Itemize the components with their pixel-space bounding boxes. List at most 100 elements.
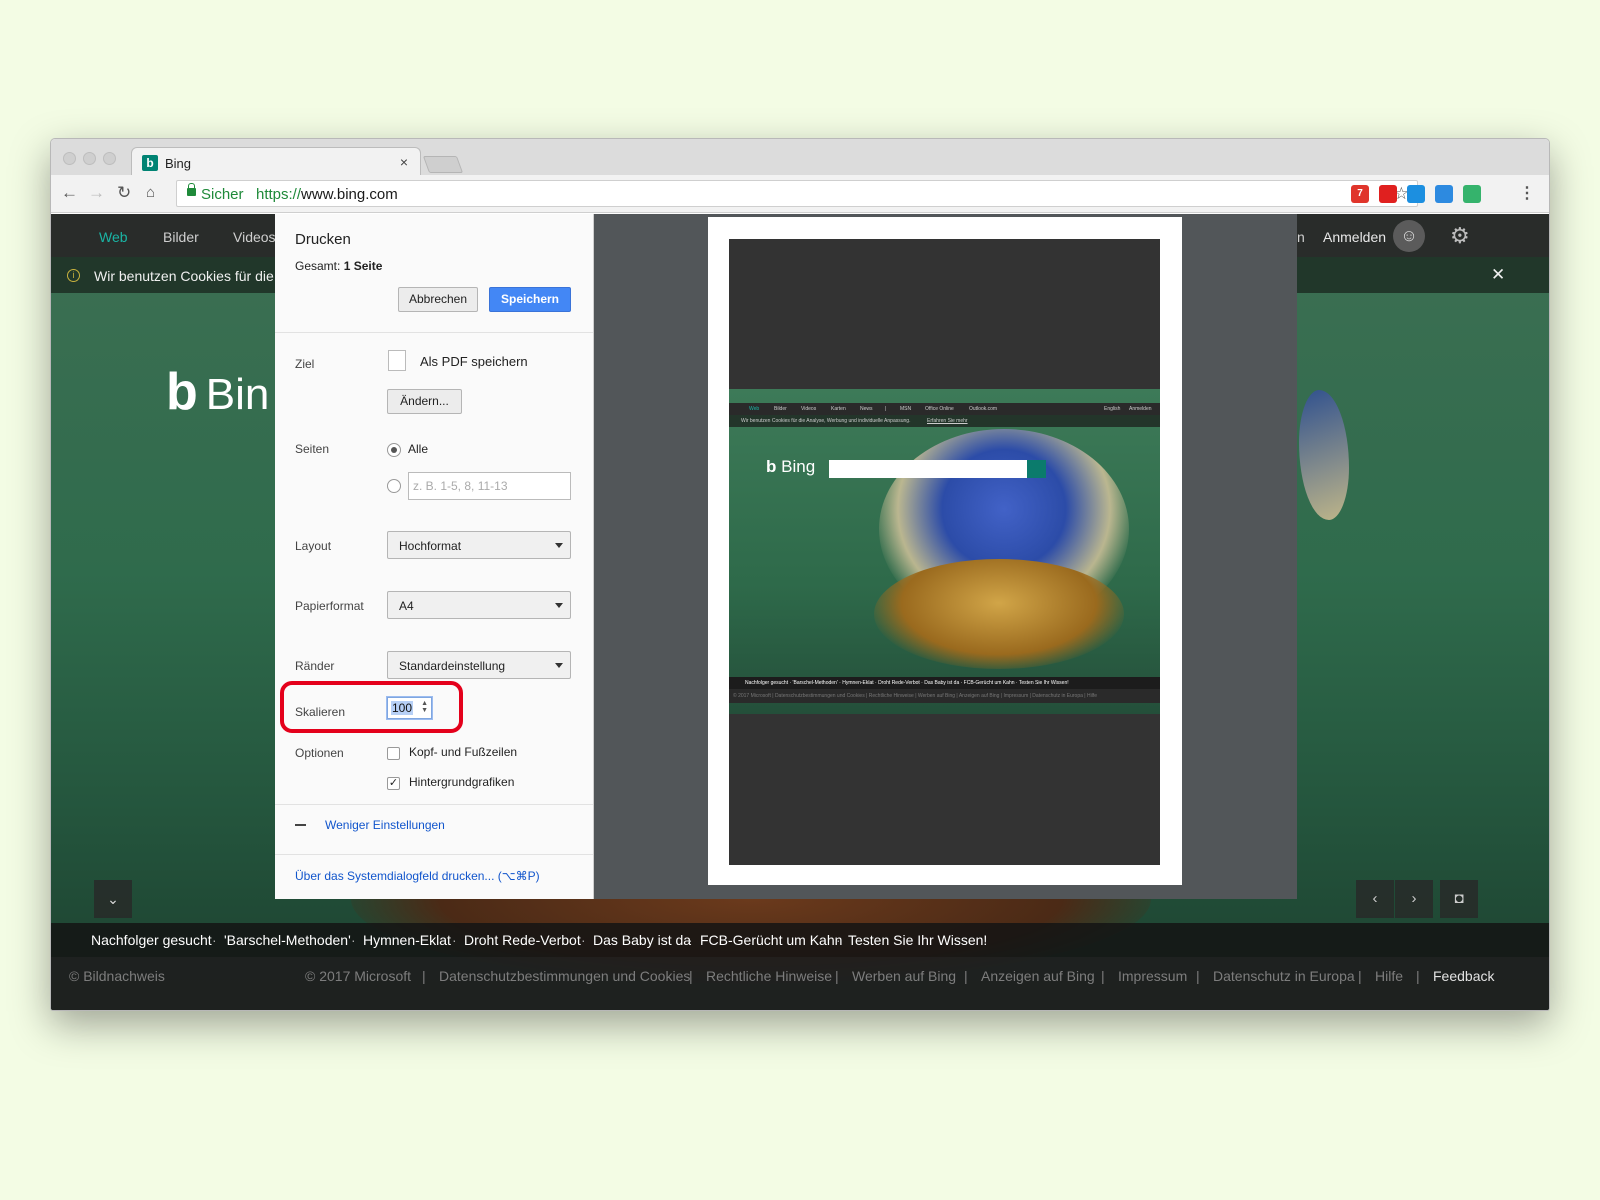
preview-nav-item: Karten [831, 406, 846, 412]
preview-bing-icon: b [766, 457, 777, 476]
less-settings-link[interactable]: Weniger Einstellungen [325, 818, 445, 832]
forward-icon[interactable]: → [88, 183, 105, 203]
paper-label: Papierformat [295, 599, 364, 613]
tab-close-icon[interactable]: × [400, 154, 408, 170]
preview-search-box [829, 460, 1029, 478]
page-viewport: Web Bilder Videos n Anmelden ☺ ⚙ i Wir b… [51, 214, 1549, 1010]
save-button[interactable]: Speichern [489, 287, 571, 312]
tab-strip: b Bing × [51, 139, 1549, 176]
preview-nav-item: | [885, 406, 887, 412]
browser-window: b Bing × ← → ↻ ⌂ Sicher https://www.bing… [50, 138, 1550, 1011]
scale-input[interactable]: 100 ▲ ▼ [387, 697, 432, 719]
pages-range-input[interactable] [408, 472, 571, 500]
change-destination-button[interactable]: Ändern... [387, 389, 462, 414]
margins-select[interactable]: Standardeinstellung [387, 651, 571, 679]
preview-bing-logo: b Bing [766, 457, 815, 477]
preview-cookie-text: Wir benutzen Cookies für die Analyse, We… [741, 418, 911, 424]
preview-screenshot: Web Bilder Videos Karten News | MSN Office Onli… [729, 389, 1160, 714]
pages-all-radio[interactable] [387, 443, 401, 457]
chevron-down-icon [555, 543, 563, 548]
headers-footers-checkbox[interactable] [387, 747, 400, 760]
preview-bing-text: Bing [781, 457, 816, 476]
print-total-value: 1 Seite [343, 259, 383, 273]
destination-label: Ziel [295, 357, 315, 371]
calendar-extension-icon[interactable]: 7 [1351, 185, 1369, 203]
panel-divider [275, 804, 593, 805]
scale-label: Skalieren [295, 705, 346, 719]
browser-toolbar: ← → ↻ ⌂ Sicher https://www.bing.com ☆ 7 … [51, 175, 1549, 213]
url-scheme: https:// [256, 186, 302, 203]
preview-nav-item: Web [749, 406, 760, 412]
layout-select[interactable]: Hochformat [387, 531, 571, 559]
address-bar[interactable]: Sicher https://www.bing.com ☆ [176, 180, 1418, 207]
print-settings-panel: Drucken Gesamt: 1 Seite Abbrechen Speich… [275, 214, 594, 899]
stepper-icon[interactable]: ▲ ▼ [421, 700, 428, 714]
layout-select-value: Hochformat [399, 539, 462, 553]
headers-footers-label: Kopf- und Fußzeilen [409, 745, 518, 759]
print-overlay: Drucken Gesamt: 1 Seite Abbrechen Speich… [51, 214, 1549, 1010]
preview-nav-item: Bilder [774, 406, 787, 412]
print-title: Drucken [295, 231, 351, 248]
document-icon [388, 350, 406, 371]
url-text[interactable]: https://www.bing.com [256, 186, 398, 203]
cancel-button[interactable]: Abbrechen [398, 287, 478, 312]
system-dialog-link[interactable]: Über das Systemdialogfeld drucken... (⌥⌘… [295, 869, 540, 883]
home-icon[interactable]: ⌂ [146, 183, 155, 203]
preview-nav-item: MSN [900, 406, 912, 412]
preview-nav-item: Videos [801, 406, 817, 412]
preview-nav-right-item: Anmelden [1129, 406, 1152, 412]
print-total: Gesamt: 1 Seite [295, 259, 382, 273]
preview-footer-text: © 2017 Microsoft | Datenschutzbestimmung… [733, 693, 1097, 699]
new-tab-button[interactable] [422, 156, 464, 173]
preview-search-icon [1027, 460, 1046, 478]
skype-extension-icon[interactable] [1407, 185, 1425, 203]
print-preview-area: Web Bilder Videos Karten News | MSN Office Onli… [594, 214, 1297, 899]
margins-select-value: Standardeinstellung [399, 659, 506, 673]
reload-icon[interactable]: ↻ [117, 183, 131, 203]
zoom-window-button[interactable] [103, 152, 116, 165]
destination-value: Als PDF speichern [420, 354, 528, 369]
back-icon[interactable]: ← [61, 183, 78, 203]
minimize-window-button[interactable] [83, 152, 96, 165]
pages-custom-radio[interactable] [387, 479, 401, 493]
preview-page: Web Bilder Videos Karten News | MSN Office Onli… [708, 217, 1182, 885]
tab-bing[interactable]: b Bing × [131, 147, 421, 176]
pages-label: Seiten [295, 442, 330, 456]
bing-favicon-icon: b [142, 155, 158, 171]
chevron-down-icon [555, 663, 563, 668]
background-graphics-label: Hintergrundgrafiken [409, 775, 515, 789]
secure-label: Sicher [201, 186, 244, 203]
paper-select[interactable]: A4 [387, 591, 571, 619]
url-host: www.bing.com [301, 186, 398, 203]
background-graphics-checkbox[interactable]: ✓ [387, 777, 400, 790]
lock-icon [187, 183, 196, 196]
plus-extension-icon[interactable] [1435, 185, 1453, 203]
preview-nav-item: Office Online [925, 406, 954, 412]
scale-input-value: 100 [391, 701, 414, 715]
panel-divider [275, 332, 593, 333]
preview-nav-item: Outlook.com [969, 406, 998, 412]
paper-select-value: A4 [399, 599, 414, 613]
print-total-prefix: Gesamt: [295, 259, 341, 273]
preview-jellyfish-bell [874, 559, 1124, 669]
preview-headlines-text: Nachfolger gesucht · 'Barschel-Methoden'… [745, 680, 1069, 686]
margins-label: Ränder [295, 659, 335, 673]
browser-menu-icon[interactable]: ⋮ [1519, 183, 1535, 203]
preview-cookie-link: Erfahren Sie mehr [927, 418, 968, 424]
preview-nav-item: News [860, 406, 873, 412]
preview-nav-bar: Web Bilder Videos Karten News | MSN Office Onli… [729, 403, 1160, 415]
preview-headlines: Nachfolger gesucht · 'Barschel-Methoden'… [729, 677, 1160, 689]
preview-nav-right-item: English [1104, 406, 1121, 412]
panel-divider [275, 854, 593, 855]
preview-cookie-bar: Wir benutzen Cookies für die Analyse, We… [729, 415, 1160, 427]
layout-label: Layout [295, 539, 332, 553]
collapse-icon [295, 824, 306, 826]
close-window-button[interactable] [63, 152, 76, 165]
tab-title: Bing [165, 156, 192, 171]
options-label: Optionen [295, 746, 344, 760]
chevron-down-icon [555, 603, 563, 608]
preview-footer: © 2017 Microsoft | Datenschutzbestimmung… [729, 689, 1160, 703]
pages-all-label: Alle [408, 442, 429, 456]
green-extension-icon[interactable] [1463, 185, 1481, 203]
opera-extension-icon[interactable] [1379, 185, 1397, 203]
